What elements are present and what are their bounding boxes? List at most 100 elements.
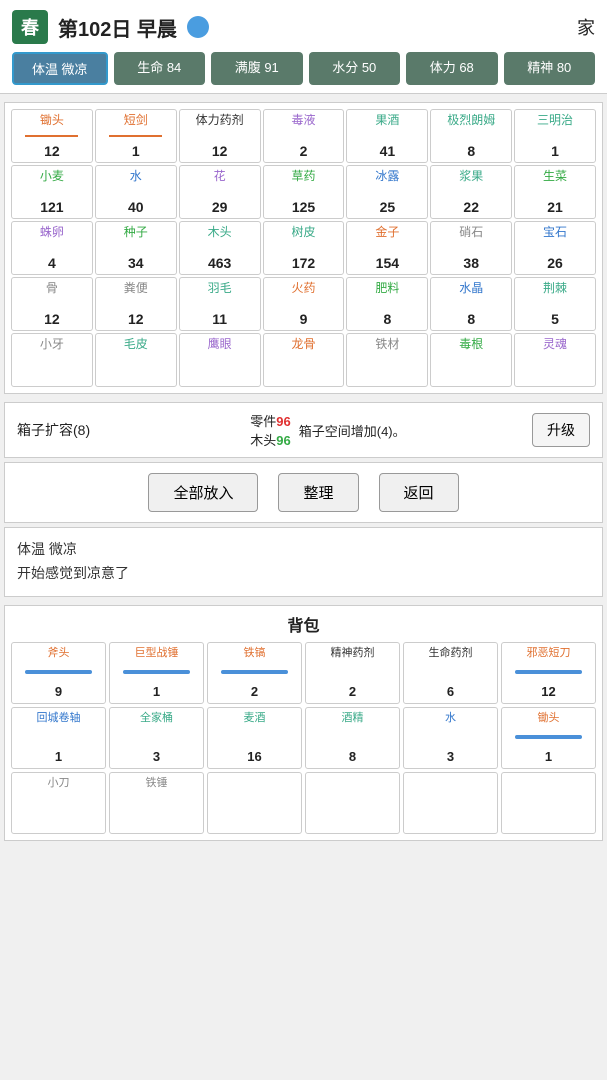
bp-item-name-3: 精神药剂 xyxy=(331,647,375,661)
inventory-item-33[interactable]: 毒根 xyxy=(430,333,512,387)
status-line1: 体温 微凉 xyxy=(17,538,590,562)
item-count-19: 38 xyxy=(463,255,479,271)
inventory-item-7[interactable]: 小麦121 xyxy=(11,165,93,219)
inventory-item-6[interactable]: 三明治1 xyxy=(514,109,596,163)
bp-count-8: 16 xyxy=(247,749,261,764)
backpack-item-5[interactable]: 邪恶短刀12 xyxy=(501,642,596,704)
bp-item-name-5: 邪恶短刀 xyxy=(527,647,571,661)
backpack-item-9[interactable]: 酒精8 xyxy=(305,707,400,769)
item-name-32: 铁材 xyxy=(375,337,399,352)
item-underline-1 xyxy=(109,135,162,137)
backpack-item-7[interactable]: 全家桶 3 xyxy=(109,707,204,769)
inventory-item-12[interactable]: 浆果22 xyxy=(430,165,512,219)
bp-item-name-9: 酒精 xyxy=(342,712,364,726)
item-name-24: 火药 xyxy=(291,281,315,296)
inventory-item-31[interactable]: 龙骨 xyxy=(263,333,345,387)
item-count-24: 9 xyxy=(300,311,308,327)
inventory-item-22[interactable]: 粪便12 xyxy=(95,277,177,331)
parts-info: 零件96 木头96 xyxy=(250,411,290,449)
inventory-item-5[interactable]: 极烈朗姆8 xyxy=(430,109,512,163)
bp-item-name-12: 小刀 xyxy=(48,777,70,791)
inventory-item-32[interactable]: 铁材 xyxy=(346,333,428,387)
backpack-item-2[interactable]: 铁镐2 xyxy=(207,642,302,704)
inventory-item-17[interactable]: 树皮 172 xyxy=(263,221,345,275)
home-label: 家 xyxy=(577,14,595,40)
inventory-item-34[interactable]: 灵魂 xyxy=(514,333,596,387)
bp-item-name-4: 生命药剂 xyxy=(429,647,473,661)
inventory-item-9[interactable]: 花29 xyxy=(179,165,261,219)
item-name-1: 短剑 xyxy=(124,113,148,128)
backpack-item-6[interactable]: 回城卷轴1 xyxy=(11,707,106,769)
inventory-item-28[interactable]: 小牙 xyxy=(11,333,93,387)
inventory-item-11[interactable]: 冰露25 xyxy=(346,165,428,219)
bp-count-4: 6 xyxy=(447,684,454,699)
backpack-item-8[interactable]: 麦酒16 xyxy=(207,707,302,769)
item-count-22: 12 xyxy=(128,311,144,327)
inventory-item-3[interactable]: 毒液2 xyxy=(263,109,345,163)
inventory-item-20[interactable]: 宝石26 xyxy=(514,221,596,275)
inventory-item-4[interactable]: 果酒41 xyxy=(346,109,428,163)
item-name-15: 种子 xyxy=(124,225,148,240)
item-name-6: 三明治 xyxy=(537,113,573,128)
organize-button[interactable]: 整理 xyxy=(278,473,358,512)
inventory-item-30[interactable]: 鹰眼 xyxy=(179,333,261,387)
back-button[interactable]: 返回 xyxy=(379,473,459,512)
backpack-item-17[interactable] xyxy=(501,772,596,834)
bp-count-7: 3 xyxy=(153,749,160,764)
inventory-item-24[interactable]: 火药 9 xyxy=(263,277,345,331)
spring-badge: 春 xyxy=(12,10,48,44)
item-count-17: 172 xyxy=(292,255,315,271)
item-name-10: 草药 xyxy=(291,169,315,184)
inventory-item-29[interactable]: 毛皮 xyxy=(95,333,177,387)
inventory-item-10[interactable]: 草药 125 xyxy=(263,165,345,219)
bp-bar-2 xyxy=(221,670,288,674)
item-name-18: 金子 xyxy=(375,225,399,240)
backpack-item-11[interactable]: 锄头1 xyxy=(501,707,596,769)
inventory-item-13[interactable]: 生菜21 xyxy=(514,165,596,219)
inventory-item-19[interactable]: 硝石38 xyxy=(430,221,512,275)
bp-item-name-10: 水 xyxy=(445,712,456,726)
upgrade-button[interactable]: 升级 xyxy=(532,413,590,447)
item-name-0: 锄头 xyxy=(40,113,64,128)
item-name-31: 龙骨 xyxy=(291,337,315,352)
backpack-item-3[interactable]: 精神药剂2 xyxy=(305,642,400,704)
bp-item-name-1: 巨型战锤 xyxy=(135,647,179,661)
backpack-item-12[interactable]: 小刀 xyxy=(11,772,106,834)
inventory-item-0[interactable]: 锄头 12 xyxy=(11,109,93,163)
inventory-item-23[interactable]: 羽毛11 xyxy=(179,277,261,331)
item-name-34: 灵魂 xyxy=(543,337,567,352)
backpack-item-15[interactable] xyxy=(305,772,400,834)
backpack-item-10[interactable]: 水3 xyxy=(403,707,498,769)
stats-row: 体温 微凉生命 84满腹 91水分 50体力 68精神 80 xyxy=(12,52,595,85)
bp-item-name-13: 铁锤 xyxy=(146,777,168,791)
inventory-item-27[interactable]: 荆棘5 xyxy=(514,277,596,331)
backpack-item-4[interactable]: 生命药剂 6 xyxy=(403,642,498,704)
inventory-item-2[interactable]: 体力药剂12 xyxy=(179,109,261,163)
inventory-item-26[interactable]: 水晶8 xyxy=(430,277,512,331)
inventory-item-14[interactable]: 蛛卵4 xyxy=(11,221,93,275)
item-count-0: 12 xyxy=(44,143,60,159)
inventory-item-16[interactable]: 木头463 xyxy=(179,221,261,275)
bp-bar-0 xyxy=(25,670,92,674)
stat-item-1: 生命 84 xyxy=(114,52,206,85)
backpack-item-16[interactable] xyxy=(403,772,498,834)
bp-item-name-0: 斧头 xyxy=(48,647,70,661)
backpack-title: 背包 xyxy=(11,612,596,636)
backpack-item-13[interactable]: 铁锤 xyxy=(109,772,204,834)
item-name-17: 树皮 xyxy=(291,225,315,240)
inventory-item-25[interactable]: 肥料8 xyxy=(346,277,428,331)
inventory-item-15[interactable]: 种子34 xyxy=(95,221,177,275)
item-count-18: 154 xyxy=(376,255,399,271)
inventory-item-21[interactable]: 骨12 xyxy=(11,277,93,331)
backpack-item-14[interactable] xyxy=(207,772,302,834)
inventory-item-1[interactable]: 短剑1 xyxy=(95,109,177,163)
backpack-item-1[interactable]: 巨型战锤1 xyxy=(109,642,204,704)
item-count-10: 125 xyxy=(292,199,315,215)
backpack-item-0[interactable]: 斧头9 xyxy=(11,642,106,704)
inventory-item-8[interactable]: 水40 xyxy=(95,165,177,219)
stat-item-5: 精神 80 xyxy=(504,52,596,85)
bp-item-name-7: 全家桶 xyxy=(140,712,173,726)
inventory-item-18[interactable]: 金子 154 xyxy=(346,221,428,275)
put-all-button[interactable]: 全部放入 xyxy=(148,473,258,512)
item-count-5: 8 xyxy=(467,143,475,159)
